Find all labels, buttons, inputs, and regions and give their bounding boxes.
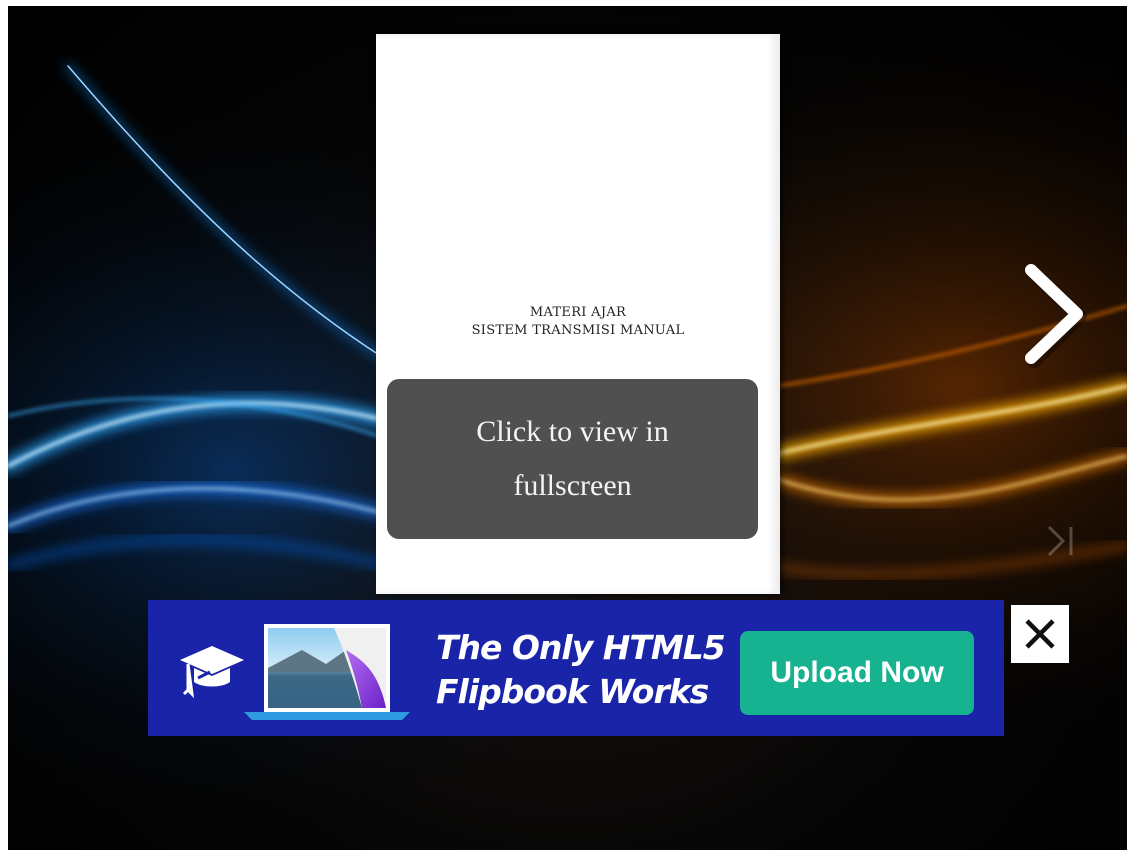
chevron-right-icon[interactable] <box>1013 258 1093 368</box>
ad-headline-line-1: The Only HTML5 <box>436 628 726 667</box>
ad-banner[interactable]: The Only HTML5 Flipbook Works Upload Now <box>148 600 1004 736</box>
document-title-line-1: MATERI AJAR <box>529 305 627 320</box>
fullscreen-button[interactable]: Click to view in fullscreen <box>387 379 758 539</box>
document-title-line-2: SISTEM TRANSMISI MANUAL <box>471 323 685 338</box>
fullscreen-label-line-2: fullscreen <box>513 469 632 502</box>
ad-headline-line-2: Flipbook Works <box>436 672 709 711</box>
ad-headline: The Only HTML5 Flipbook Works <box>436 626 736 714</box>
book-cover-page[interactable]: MATERI AJAR SISTEM TRANSMISI MANUAL Clic… <box>376 34 780 594</box>
ad-close-button[interactable] <box>1011 605 1069 663</box>
upload-now-button[interactable]: Upload Now <box>740 631 974 715</box>
document-title: MATERI AJAR SISTEM TRANSMISI MANUAL <box>376 304 780 340</box>
flipbook-laptop-illustration <box>244 624 410 720</box>
flipbook-viewer: MATERI AJAR SISTEM TRANSMISI MANUAL Clic… <box>8 6 1127 850</box>
close-icon <box>1025 619 1055 649</box>
fullscreen-label-line-1: Click to view in <box>476 415 669 448</box>
graduation-cap-icon <box>180 646 244 698</box>
skip-to-end-icon[interactable] <box>1041 521 1081 561</box>
